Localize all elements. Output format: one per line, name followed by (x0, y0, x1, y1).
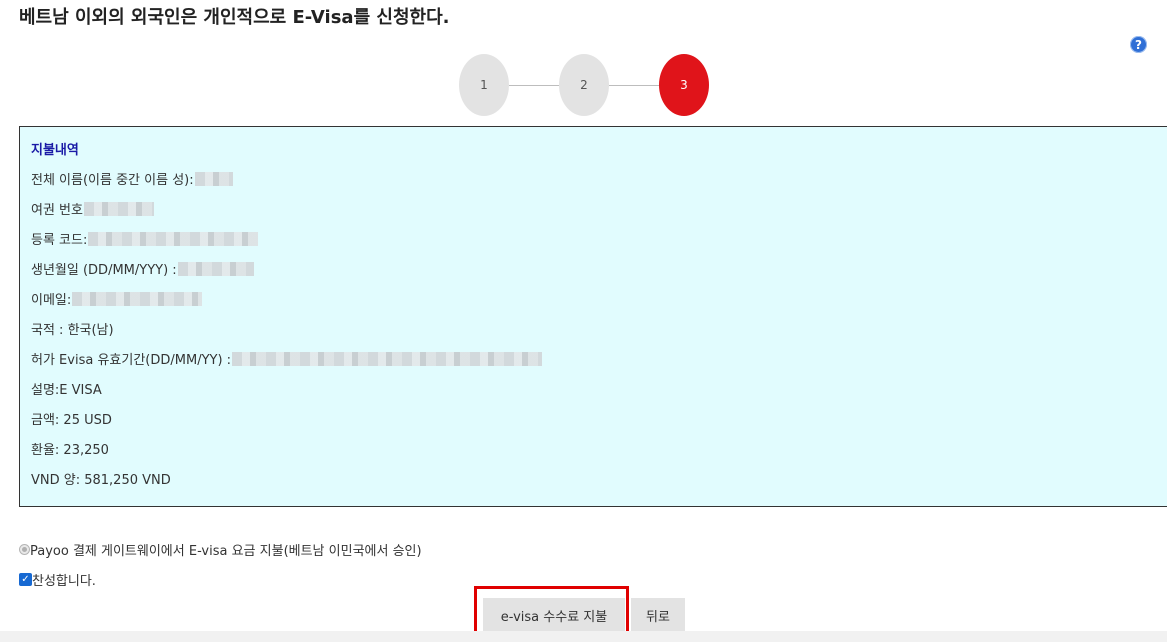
redacted-value (72, 291, 203, 306)
step-indicator: 1 2 3 (459, 54, 709, 116)
help-icon[interactable]: ? (1130, 36, 1147, 53)
full-name-label: 전체 이름(이름 중간 이름 성): (31, 173, 194, 188)
agree-label: 찬성합니다. (32, 574, 96, 589)
validity-row: 허가 Evisa 유효기간(DD/MM/YY) : (31, 349, 543, 368)
redacted-value (232, 351, 543, 366)
description-label: 설명:E VISA (31, 383, 102, 398)
full-name-row: 전체 이름(이름 중간 이름 성): (31, 169, 233, 188)
email-row: 이메일: (31, 289, 203, 308)
step-2: 2 (559, 54, 609, 116)
step-connector (609, 85, 659, 86)
nationality-row: 국적 : 한국(남) (31, 319, 114, 338)
amount-row: 금액: 25 USD (31, 409, 112, 428)
page-title: 베트남 이외의 외국인은 개인적으로 E-Visa를 신청한다. (19, 7, 450, 28)
passport-number-row: 여권 번호 (31, 199, 154, 218)
description-row: 설명:E VISA (31, 379, 102, 398)
payoo-gateway-option[interactable]: Payoo 결제 게이트웨이에서 E-visa 요금 지불(베트남 이민국에서 … (19, 540, 422, 559)
footer-bar (0, 631, 1167, 642)
redacted-value (177, 261, 254, 276)
date-of-birth-row: 생년월일 (DD/MM/YYY) : (31, 259, 254, 278)
back-button[interactable]: 뒤로 (631, 598, 685, 632)
payoo-gateway-label: Payoo 결제 게이트웨이에서 E-visa 요금 지불(베트남 이민국에서 … (30, 544, 422, 559)
step-3-current: 3 (659, 54, 709, 116)
evisa-payment-page: 베트남 이외의 외국인은 개인적으로 E-Visa를 신청한다. ? 1 2 3… (0, 0, 1167, 642)
passport-number-label: 여권 번호 (31, 203, 83, 218)
vnd-amount-label: VND 양: 581,250 VND (31, 473, 171, 488)
payment-details-heading: 지불내역 (31, 143, 79, 158)
step-1: 1 (459, 54, 509, 116)
redacted-value (194, 171, 233, 186)
registration-code-label: 등록 코드: (31, 233, 88, 248)
agree-checkbox[interactable]: ✓ (19, 573, 32, 586)
registration-code-row: 등록 코드: (31, 229, 259, 248)
email-label: 이메일: (31, 293, 72, 308)
agree-option[interactable]: ✓ 찬성합니다. (19, 570, 96, 589)
nationality-label: 국적 : 한국(남) (31, 323, 114, 338)
payment-details-panel: 지불내역 전체 이름(이름 중간 이름 성): 여권 번호 등록 코드: 생년월… (19, 126, 1167, 507)
exchange-rate-label: 환율: 23,250 (31, 443, 109, 458)
redacted-value (88, 231, 259, 246)
date-of-birth-label: 생년월일 (DD/MM/YYY) : (31, 263, 177, 278)
step-connector (509, 85, 559, 86)
validity-label: 허가 Evisa 유효기간(DD/MM/YY) : (31, 353, 232, 368)
amount-label: 금액: 25 USD (31, 413, 112, 428)
payoo-radio[interactable] (19, 544, 30, 555)
vnd-amount-row: VND 양: 581,250 VND (31, 469, 171, 488)
redacted-value (83, 201, 154, 216)
exchange-rate-row: 환율: 23,250 (31, 439, 109, 458)
